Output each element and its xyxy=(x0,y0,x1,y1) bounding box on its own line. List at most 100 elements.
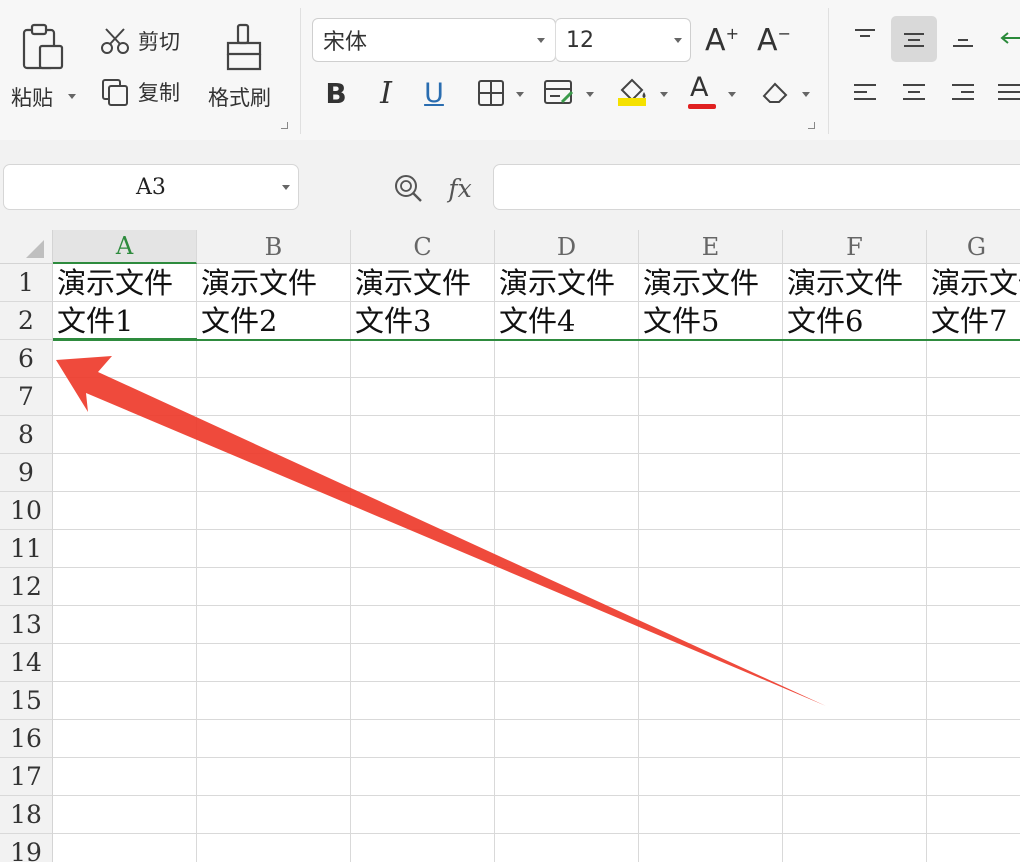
font-name-dropdown[interactable]: 宋体 xyxy=(312,18,556,62)
cell-c15[interactable] xyxy=(351,682,495,720)
cell-f18[interactable] xyxy=(783,796,927,834)
cell-c8[interactable] xyxy=(351,416,495,454)
cell-b8[interactable] xyxy=(197,416,351,454)
borders-button[interactable] xyxy=(472,74,528,112)
font-color-button[interactable]: A xyxy=(686,72,742,114)
cell-f11[interactable] xyxy=(783,530,927,568)
select-all-corner[interactable] xyxy=(0,230,53,264)
column-header-c[interactable]: C xyxy=(351,230,495,264)
cell-g19[interactable] xyxy=(927,834,1020,862)
cell-f9[interactable] xyxy=(783,454,927,492)
cell-a14[interactable] xyxy=(53,644,197,682)
justify-button[interactable] xyxy=(994,74,1020,112)
cell-g2[interactable]: 文件7 xyxy=(927,302,1020,340)
cell-f15[interactable] xyxy=(783,682,927,720)
underline-button[interactable]: U xyxy=(416,74,452,112)
row-header-16[interactable]: 16 xyxy=(0,720,53,758)
cell-g17[interactable] xyxy=(927,758,1020,796)
row-header-10[interactable]: 10 xyxy=(0,492,53,530)
cell-a1[interactable]: 演示文件 xyxy=(53,264,197,302)
column-header-g[interactable]: G xyxy=(927,230,1020,264)
column-header-f[interactable]: F xyxy=(783,230,927,264)
cell-a18[interactable] xyxy=(53,796,197,834)
cell-c14[interactable] xyxy=(351,644,495,682)
row-header-14[interactable]: 14 xyxy=(0,644,53,682)
cell-d7[interactable] xyxy=(495,378,639,416)
align-top-button[interactable] xyxy=(846,18,884,58)
cell-b14[interactable] xyxy=(197,644,351,682)
cell-g6[interactable] xyxy=(927,340,1020,378)
cell-e19[interactable] xyxy=(639,834,783,862)
paste-button[interactable]: 粘贴 xyxy=(8,14,76,126)
row-header-12[interactable]: 12 xyxy=(0,568,53,606)
cell-e17[interactable] xyxy=(639,758,783,796)
cell-f6[interactable] xyxy=(783,340,927,378)
cell-b13[interactable] xyxy=(197,606,351,644)
cell-d18[interactable] xyxy=(495,796,639,834)
cell-f12[interactable] xyxy=(783,568,927,606)
cell-b9[interactable] xyxy=(197,454,351,492)
cell-c11[interactable] xyxy=(351,530,495,568)
formula-input[interactable] xyxy=(493,164,1020,210)
zoom-formula-button[interactable] xyxy=(390,170,426,206)
cell-b18[interactable] xyxy=(197,796,351,834)
cell-b15[interactable] xyxy=(197,682,351,720)
align-right-button[interactable] xyxy=(944,74,982,112)
cell-g18[interactable] xyxy=(927,796,1020,834)
row-header-7[interactable]: 7 xyxy=(0,378,53,416)
cell-c12[interactable] xyxy=(351,568,495,606)
row-header-6[interactable]: 6 xyxy=(0,340,53,378)
font-group-launcher-icon[interactable] xyxy=(808,122,815,129)
cell-d2[interactable]: 文件4 xyxy=(495,302,639,340)
cell-d8[interactable] xyxy=(495,416,639,454)
cell-a16[interactable] xyxy=(53,720,197,758)
fill-color-button[interactable] xyxy=(614,72,672,114)
cell-c17[interactable] xyxy=(351,758,495,796)
cell-f17[interactable] xyxy=(783,758,927,796)
cell-a12[interactable] xyxy=(53,568,197,606)
cell-e12[interactable] xyxy=(639,568,783,606)
cell-f19[interactable] xyxy=(783,834,927,862)
row-header-19[interactable]: 19 xyxy=(0,834,53,862)
font-size-dropdown[interactable]: 12 xyxy=(555,18,691,62)
cell-f16[interactable] xyxy=(783,720,927,758)
cell-f2[interactable]: 文件6 xyxy=(783,302,927,340)
cell-g16[interactable] xyxy=(927,720,1020,758)
cell-a17[interactable] xyxy=(53,758,197,796)
cell-f14[interactable] xyxy=(783,644,927,682)
cell-a11[interactable] xyxy=(53,530,197,568)
cell-a2[interactable]: 文件1 xyxy=(53,302,197,340)
align-bottom-button[interactable] xyxy=(944,18,982,58)
cell-d19[interactable] xyxy=(495,834,639,862)
cell-c16[interactable] xyxy=(351,720,495,758)
column-header-e[interactable]: E xyxy=(639,230,783,264)
row-header-13[interactable]: 13 xyxy=(0,606,53,644)
cell-c7[interactable] xyxy=(351,378,495,416)
cell-d1[interactable]: 演示文件 xyxy=(495,264,639,302)
cell-a9[interactable] xyxy=(53,454,197,492)
cell-d15[interactable] xyxy=(495,682,639,720)
cell-g1[interactable]: 演示文件 xyxy=(927,264,1020,302)
cell-f13[interactable] xyxy=(783,606,927,644)
cell-a19[interactable] xyxy=(53,834,197,862)
cell-c13[interactable] xyxy=(351,606,495,644)
cell-c9[interactable] xyxy=(351,454,495,492)
clear-format-button[interactable] xyxy=(758,74,816,112)
cell-g9[interactable] xyxy=(927,454,1020,492)
cell-g14[interactable] xyxy=(927,644,1020,682)
align-left-button[interactable] xyxy=(846,74,884,112)
cell-g15[interactable] xyxy=(927,682,1020,720)
row-header-11[interactable]: 11 xyxy=(0,530,53,568)
cell-d17[interactable] xyxy=(495,758,639,796)
cell-a13[interactable] xyxy=(53,606,197,644)
cell-c19[interactable] xyxy=(351,834,495,862)
cell-b7[interactable] xyxy=(197,378,351,416)
cell-c1[interactable]: 演示文件 xyxy=(351,264,495,302)
row-header-18[interactable]: 18 xyxy=(0,796,53,834)
cell-g13[interactable] xyxy=(927,606,1020,644)
cell-a6[interactable] xyxy=(53,340,197,378)
cell-b11[interactable] xyxy=(197,530,351,568)
cell-c18[interactable] xyxy=(351,796,495,834)
cell-c2[interactable]: 文件3 xyxy=(351,302,495,340)
cell-f10[interactable] xyxy=(783,492,927,530)
